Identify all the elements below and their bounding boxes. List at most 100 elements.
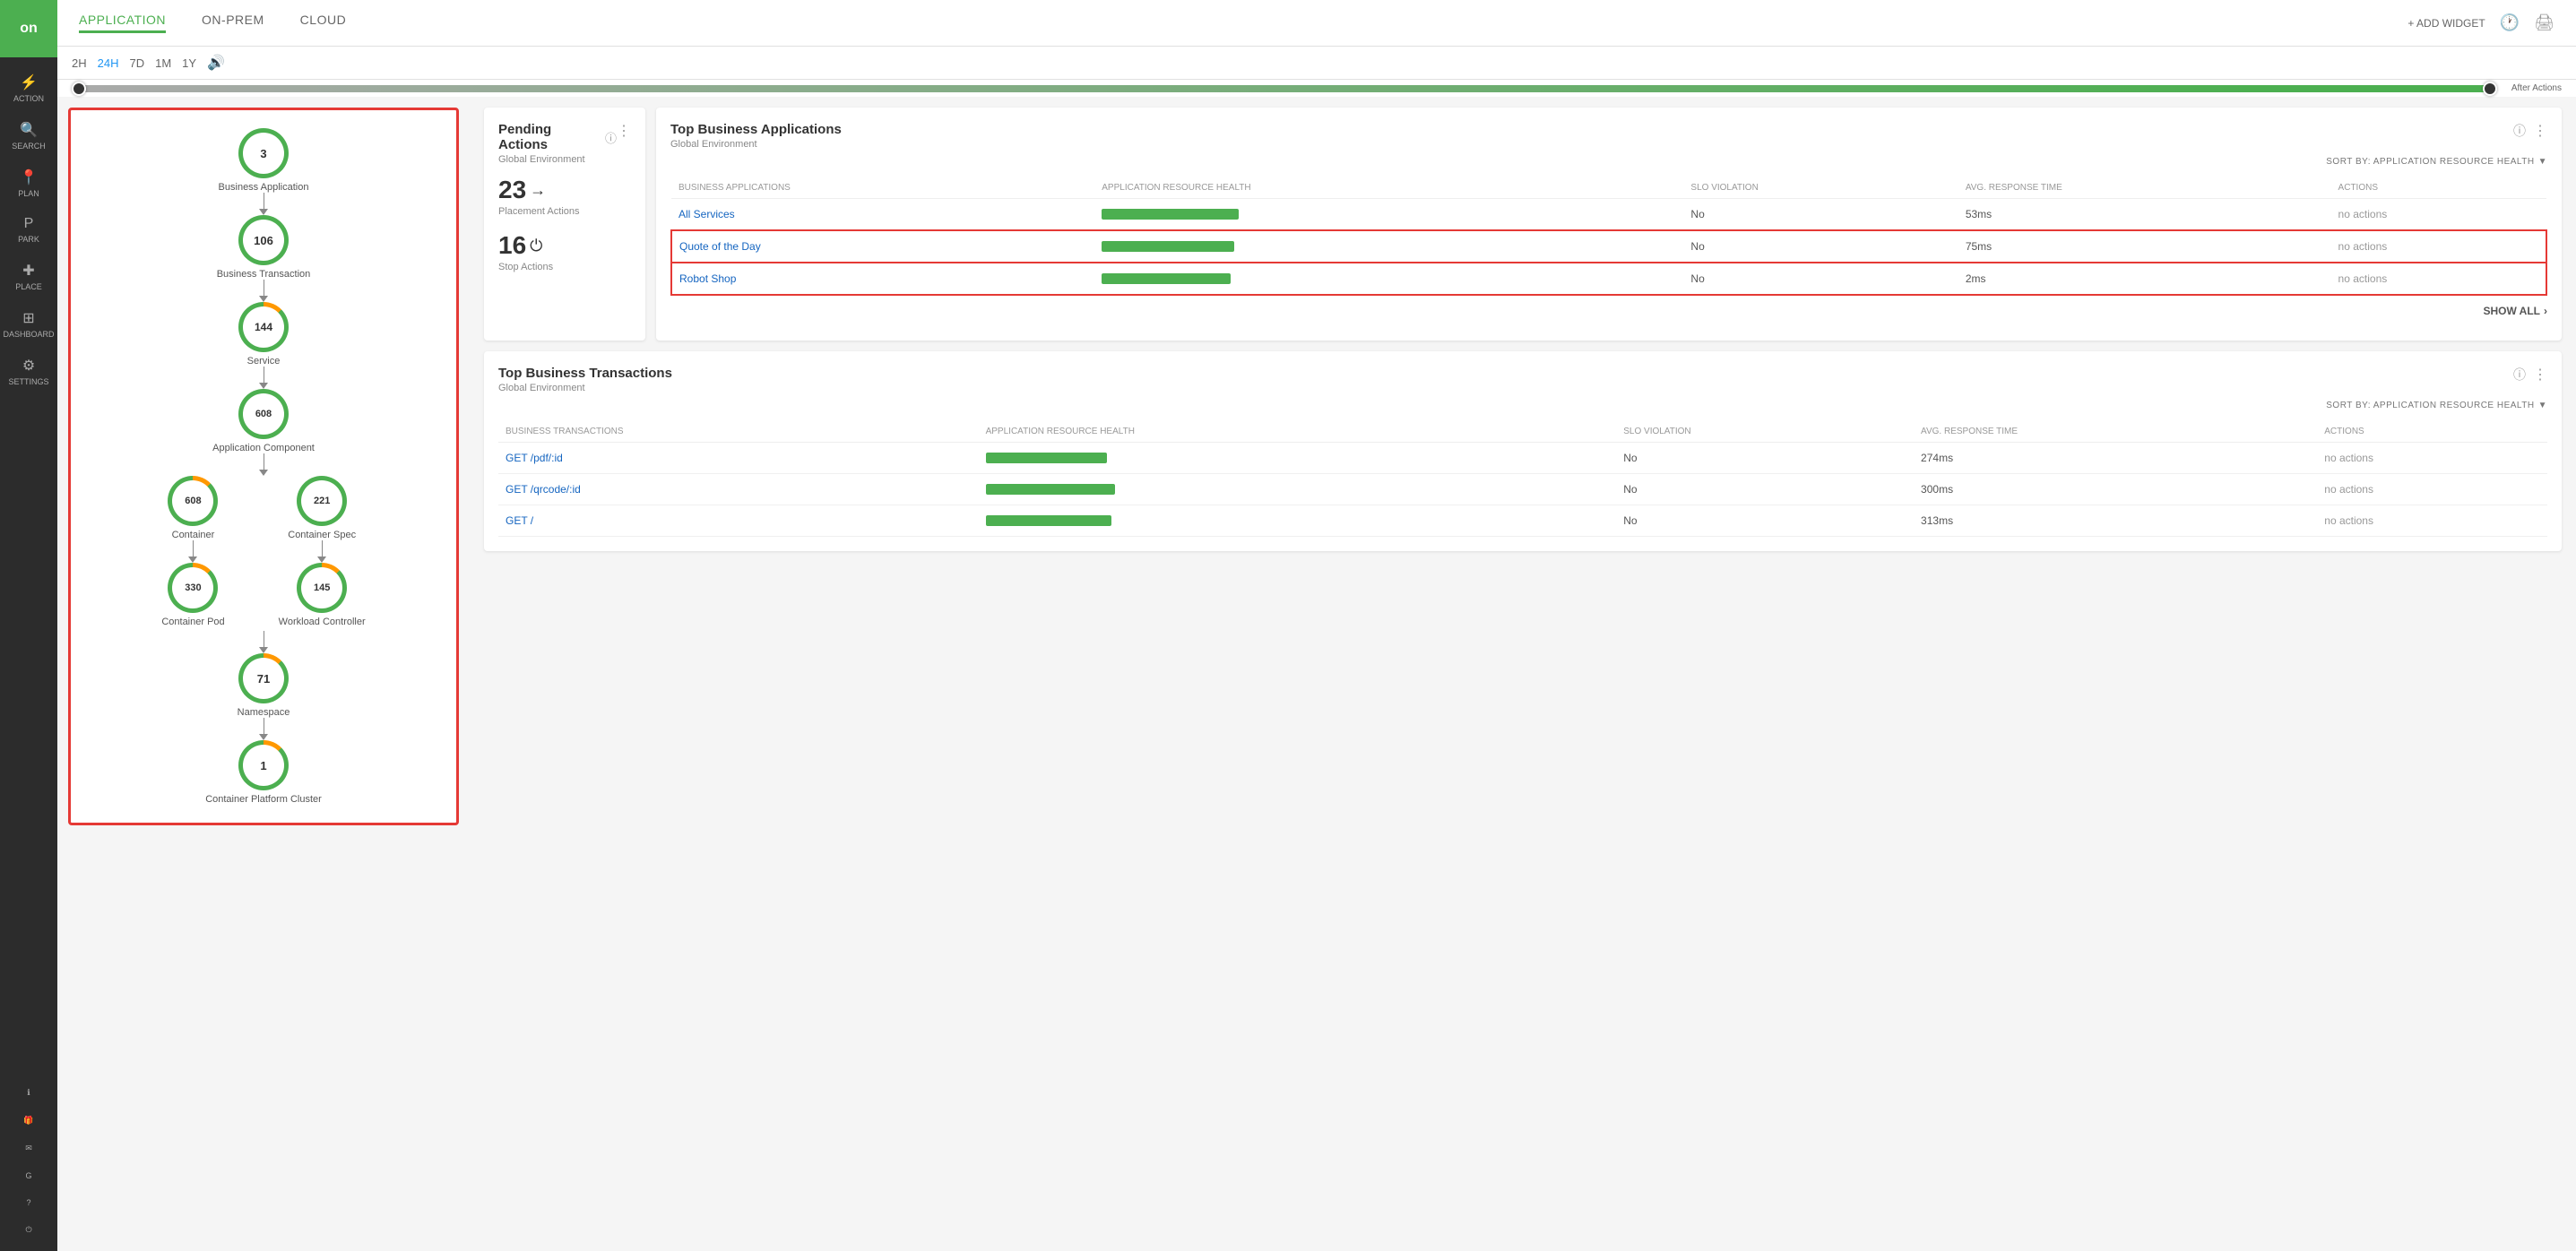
sidebar-item-action[interactable]: ⚡ ACTION	[0, 65, 57, 112]
tx-sort-header[interactable]: SORT BY: APPLICATION RESOURCE HEALTH ▼	[498, 401, 2547, 410]
sidebar-item-dashboard[interactable]: ⊞ DASHBOARD	[0, 300, 57, 348]
stop-icon: ⏻	[530, 237, 542, 255]
col-slo: SLO Violation	[1683, 177, 1958, 199]
node-service[interactable]: 144 Service	[238, 302, 289, 367]
tab-on-prem[interactable]: ON-PREM	[202, 13, 264, 33]
apps-sort-header[interactable]: SORT BY: APPLICATION RESOURCE HEALTH ▼	[670, 157, 2547, 167]
sidebar-item-park-label: PARK	[18, 235, 39, 244]
app-name-robot[interactable]: Robot Shop	[671, 263, 1094, 295]
table-row: GET / No 313ms no actions	[498, 505, 2547, 537]
sidebar-item-place-label: PLACE	[15, 282, 42, 291]
col-health: Application Resource Health	[1094, 177, 1683, 199]
tx-name-root[interactable]: GET /	[498, 505, 979, 537]
table-row: Robot Shop No 2ms no actions	[671, 263, 2546, 295]
col-response: Avg. Response Time	[1958, 177, 2331, 199]
history-icon[interactable]: 🕐	[2500, 13, 2520, 32]
table-row: All Services No 53ms no actions	[671, 199, 2546, 231]
health-bar-cell	[1094, 199, 1683, 231]
settings-icon: ⚙	[22, 357, 35, 375]
slo-cell: No	[1616, 505, 1914, 537]
node-business-app[interactable]: 3 Business Application	[219, 128, 309, 193]
sidebar: on ⚡ ACTION 🔍 SEARCH 📍 PLAN P PARK ✚ PLA…	[0, 0, 57, 1251]
node-container[interactable]: 608 Container	[168, 476, 218, 540]
col-actions: Actions	[2317, 421, 2547, 443]
sound-icon[interactable]: 🔊	[207, 54, 225, 72]
pending-actions-subtitle: Global Environment	[498, 154, 617, 165]
health-bar-cell	[1094, 230, 1683, 263]
top-business-apps-card: Top Business Applications Global Environ…	[656, 108, 2562, 341]
sort-down-icon: ▼	[2538, 157, 2547, 167]
plan-icon: 📍	[20, 168, 38, 186]
sort-down-icon: ▼	[2538, 401, 2547, 410]
topology-panel: 3 Business Application 106	[57, 97, 470, 1251]
health-bar-cell	[979, 474, 1617, 505]
node-workload-controller[interactable]: 145 Workload Controller	[279, 563, 366, 627]
sidebar-item-settings[interactable]: ⚙ SETTINGS	[0, 348, 57, 395]
app-logo[interactable]: on	[0, 0, 57, 57]
top-tx-subtitle: Global Environment	[498, 383, 672, 393]
response-cell: 75ms	[1958, 230, 2331, 263]
sidebar-item-park[interactable]: P PARK	[0, 207, 57, 253]
time-7d[interactable]: 7D	[129, 56, 144, 70]
top-apps-header: Top Business Applications Global Environ…	[670, 122, 2547, 150]
tx-name-pdf[interactable]: GET /pdf/:id	[498, 443, 979, 474]
print-icon[interactable]: 🖨	[2534, 13, 2554, 32]
tx-help-icon[interactable]: ⓘ	[2513, 366, 2526, 384]
health-bar-cell	[1094, 263, 1683, 295]
sidebar-bottom: ℹ 🎁 ✉ G ? ⏻	[0, 1079, 57, 1251]
top-tx-table: Business Transactions Application Resour…	[498, 421, 2547, 537]
time-2h[interactable]: 2H	[72, 56, 87, 70]
col-response: Avg. Response Time	[1914, 421, 2317, 443]
stop-count: 16	[498, 231, 526, 260]
top-widgets-row: Pending Actions ⓘ Global Environment ⋮ 2…	[484, 108, 2562, 341]
help-icon: ?	[26, 1198, 30, 1207]
main-content: APPLICATION ON-PREM CLOUD + ADD WIDGET 🕐…	[57, 0, 2576, 1251]
tab-cloud[interactable]: CLOUD	[300, 13, 347, 33]
sidebar-item-search[interactable]: 🔍 SEARCH	[0, 112, 57, 160]
node-cluster[interactable]: 1 Container Platform Cluster	[205, 740, 322, 805]
app-name-quote[interactable]: Quote of the Day	[671, 230, 1094, 263]
show-all-apps[interactable]: SHOW ALL ›	[670, 296, 2547, 326]
add-widget-button[interactable]: + ADD WIDGET	[2407, 17, 2485, 30]
node-container-pod[interactable]: 330 Container Pod	[161, 563, 224, 627]
sidebar-item-search-label: SEARCH	[12, 142, 46, 151]
node-app-component[interactable]: 608 Application Component	[212, 389, 315, 453]
response-cell: 2ms	[1958, 263, 2331, 295]
time-1y[interactable]: 1Y	[182, 56, 196, 70]
topology-card: 3 Business Application 106	[68, 108, 459, 825]
sidebar-item-info[interactable]: ℹ	[0, 1079, 57, 1107]
sidebar-item-gift[interactable]: 🎁	[0, 1107, 57, 1135]
pending-more-icon[interactable]: ⋮	[617, 122, 631, 140]
time-24h[interactable]: 24H	[98, 56, 119, 70]
nav-tabs: APPLICATION ON-PREM CLOUD	[79, 13, 2407, 33]
placement-arrow-icon: →	[530, 181, 546, 200]
sidebar-item-plan[interactable]: 📍 PLAN	[0, 160, 57, 207]
sidebar-item-power[interactable]: ⏻	[0, 1216, 57, 1244]
time-1m[interactable]: 1M	[155, 56, 171, 70]
timeline-slider[interactable]: After Actions	[57, 80, 2576, 97]
col-health: Application Resource Health	[979, 421, 1617, 443]
topology-diagram: 3 Business Application 106	[89, 128, 438, 805]
sidebar-item-google[interactable]: G	[0, 1162, 57, 1189]
apps-more-icon[interactable]: ⋮	[2533, 122, 2547, 140]
tx-more-icon[interactable]: ⋮	[2533, 366, 2547, 384]
sidebar-item-place[interactable]: ✚ PLACE	[0, 253, 57, 300]
scrollable-content: Pending Actions ⓘ Global Environment ⋮ 2…	[470, 97, 2576, 1251]
response-cell: 313ms	[1914, 505, 2317, 537]
tx-name-qrcode[interactable]: GET /qrcode/:id	[498, 474, 979, 505]
app-name-all-services[interactable]: All Services	[671, 199, 1094, 231]
sidebar-item-mail[interactable]: ✉	[0, 1135, 57, 1162]
node-business-tx[interactable]: 106 Business Transaction	[217, 215, 311, 280]
pending-help-icon[interactable]: ⓘ	[605, 129, 617, 146]
tab-application[interactable]: APPLICATION	[79, 13, 166, 33]
place-icon: ✚	[22, 262, 34, 280]
node-namespace[interactable]: 71 Namespace	[238, 653, 290, 718]
park-icon: P	[24, 216, 34, 232]
health-bar-cell	[979, 443, 1617, 474]
node-container-spec[interactable]: 221 Container Spec	[288, 476, 356, 540]
sidebar-item-help[interactable]: ?	[0, 1189, 57, 1216]
table-row: GET /pdf/:id No 274ms no actions	[498, 443, 2547, 474]
actions-cell: no actions	[2331, 263, 2546, 295]
actions-cell: no actions	[2317, 474, 2547, 505]
apps-help-icon[interactable]: ⓘ	[2513, 122, 2526, 140]
